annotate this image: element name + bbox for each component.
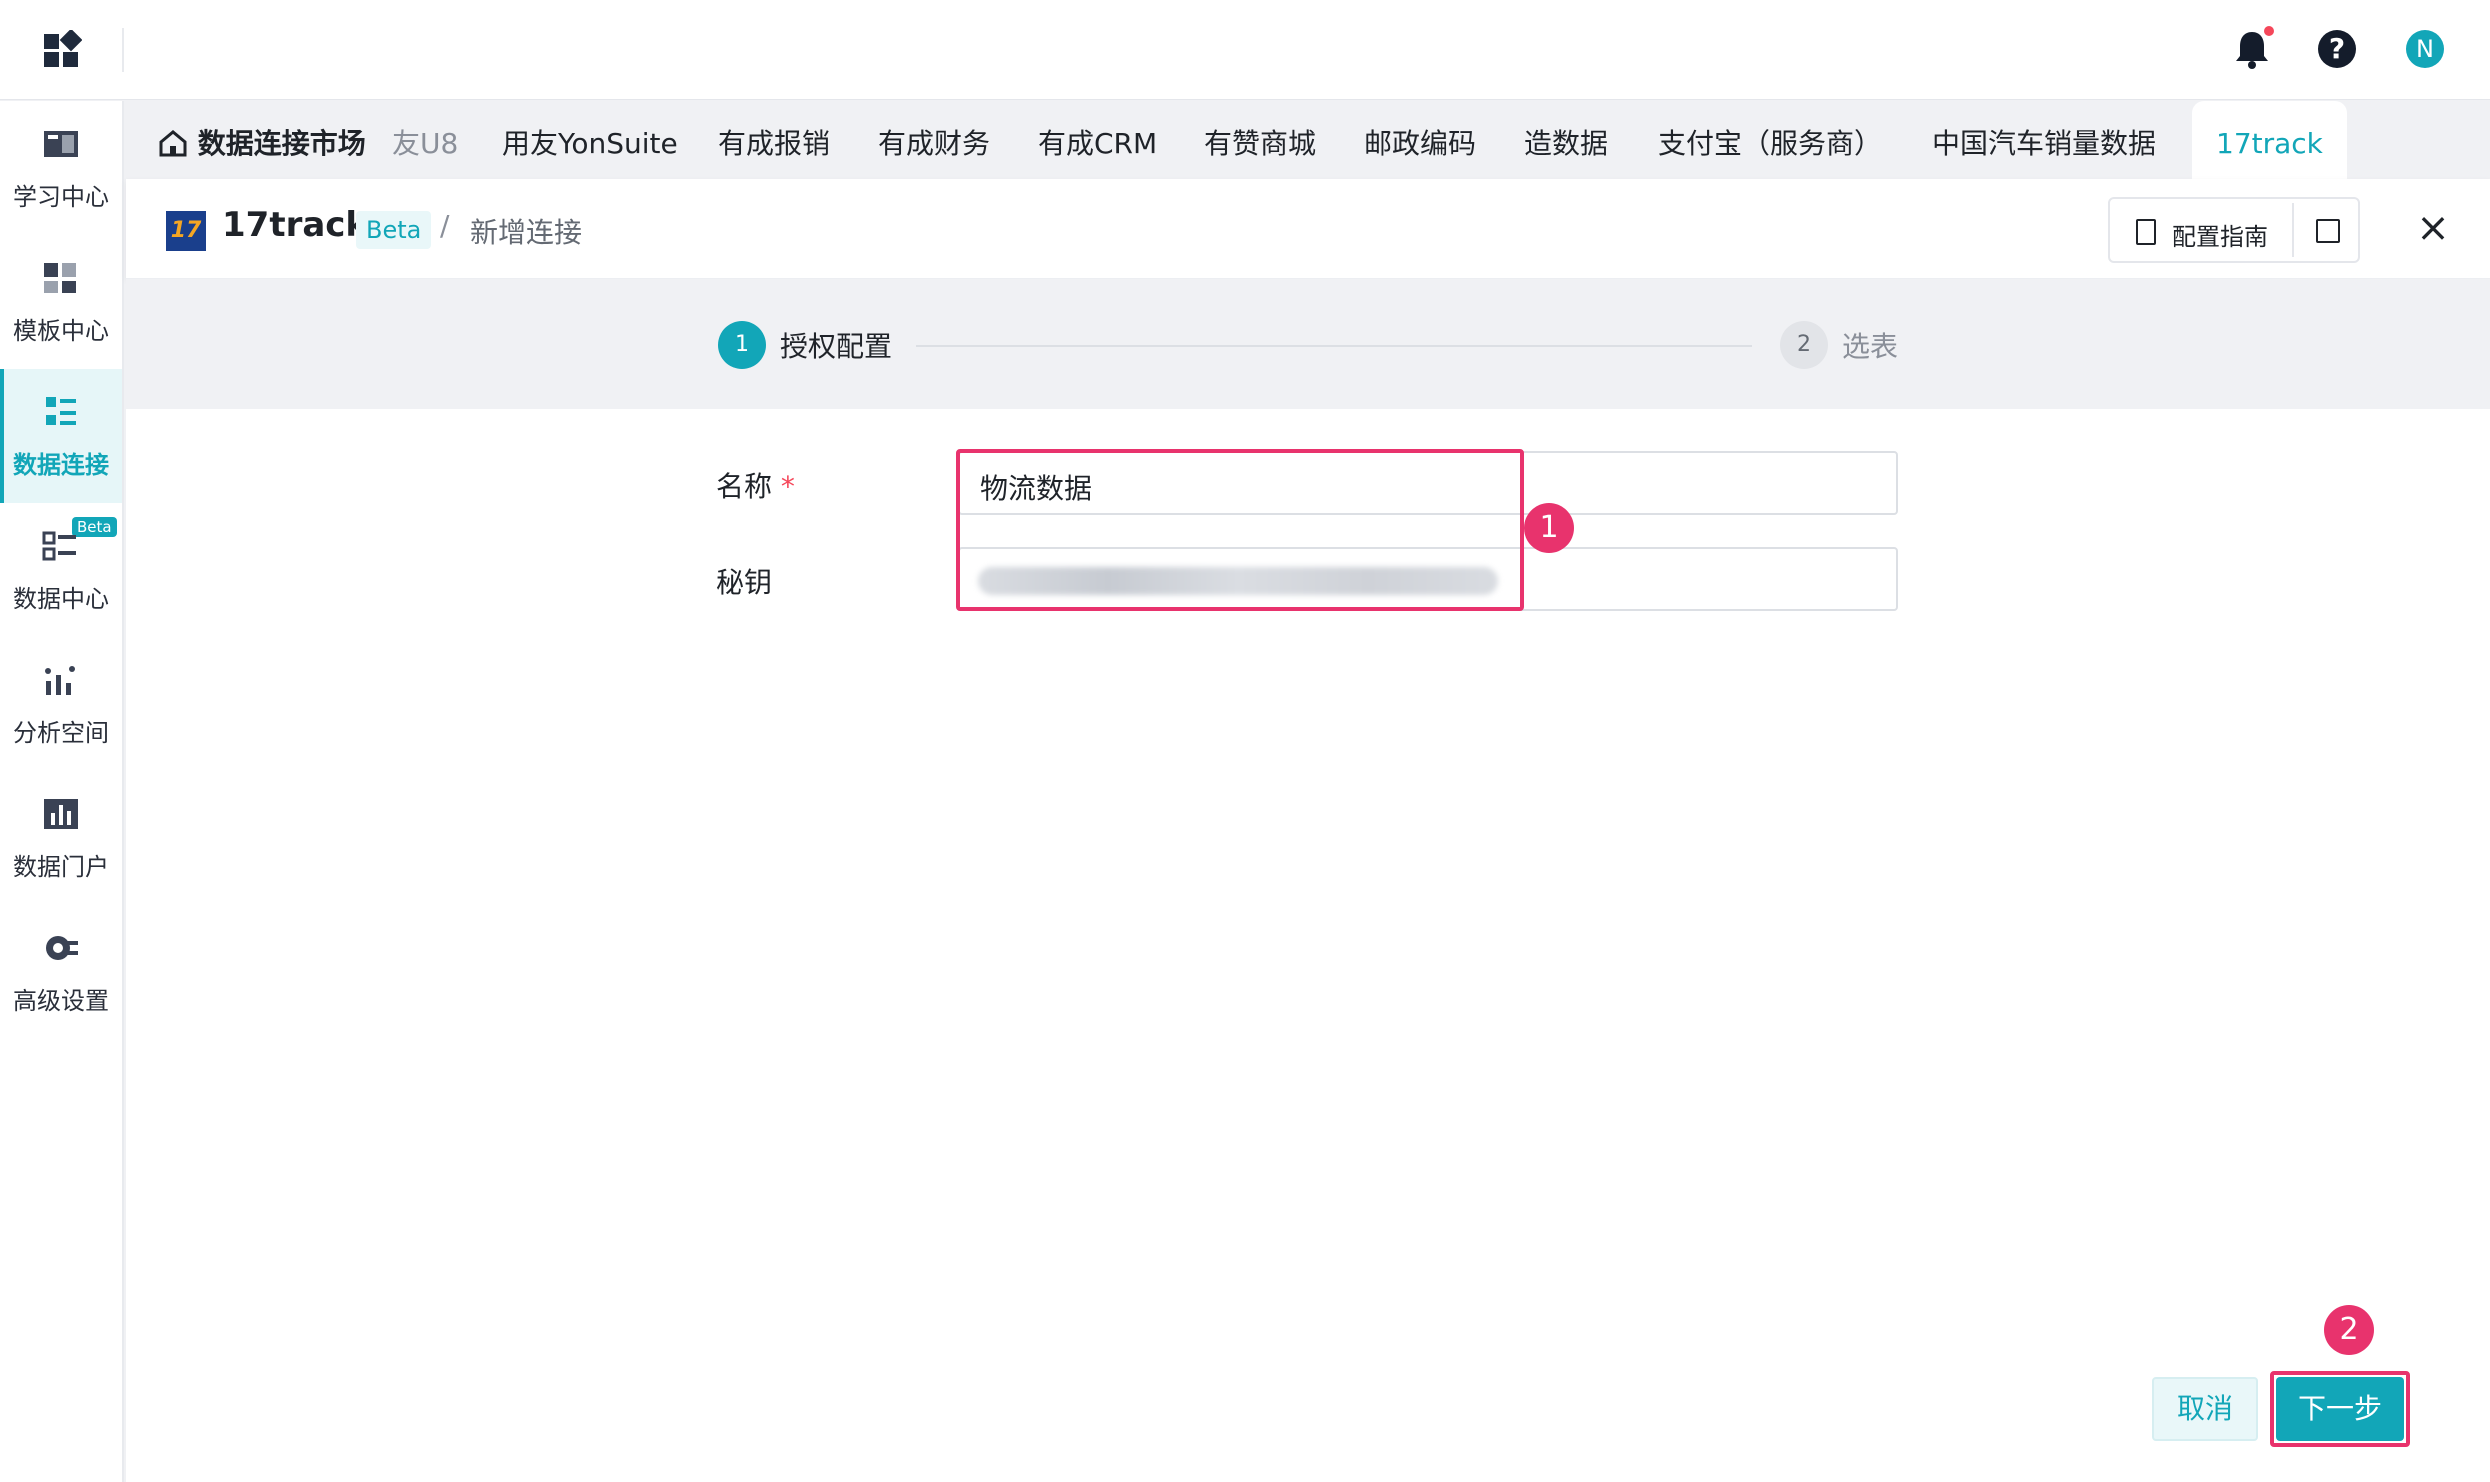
tab-youzan[interactable]: 有赞商城	[1204, 101, 1316, 179]
tab-car-sales[interactable]: 中国汽车销量数据	[1932, 101, 2156, 179]
tab-postal-code[interactable]: 邮政编码	[1364, 101, 1476, 179]
highlight-box-form	[956, 449, 1524, 611]
notification-dot	[2264, 26, 2274, 36]
book-icon	[44, 131, 78, 157]
breadcrumb-separator: /	[440, 209, 450, 242]
tab-expense[interactable]: 有成报销	[718, 101, 830, 179]
sidebar-item-label: 数据中心	[13, 585, 109, 613]
top-bar: ? N	[0, 0, 2490, 100]
cancel-button[interactable]: 取消	[2152, 1377, 2258, 1441]
tab-crm[interactable]: 有成CRM	[1038, 101, 1157, 179]
help-icon[interactable]: ?	[2318, 30, 2356, 68]
tab-mock-data[interactable]: 造数据	[1524, 101, 1608, 179]
sidebar-item-data-connection[interactable]: 数据连接	[0, 369, 122, 503]
sidebar-item-templates[interactable]: 模板中心	[0, 235, 122, 369]
sidebar-item-label: 学习中心	[13, 183, 109, 211]
17track-logo: 17	[166, 211, 206, 251]
sidebar-item-label: 数据连接	[13, 451, 109, 479]
tab-u8[interactable]: 友U8	[392, 101, 458, 179]
tab-finance[interactable]: 有成财务	[878, 101, 990, 179]
config-guide-button[interactable]: 配置指南	[2108, 197, 2360, 263]
portal-icon	[44, 799, 78, 829]
home-icon	[159, 130, 187, 157]
connector-tab-bar: 数据连接市场 友U8 用友YonSuite 有成报销 有成财务 有成CRM 有赞…	[126, 101, 2490, 179]
config-guide-label: 配置指南	[2172, 223, 2268, 251]
analysis-icon	[45, 666, 75, 695]
tab-home[interactable]: 数据连接市场	[158, 101, 366, 179]
sidebar-item-data-center[interactable]: Beta 数据中心	[0, 503, 122, 637]
tab-yonsuite[interactable]: 用友YonSuite	[502, 101, 678, 179]
sidebar: 学习中心 模板中心 数据连接 Beta 数据中心 分析空间 数据门户 高级设置	[0, 101, 124, 1482]
panel-header: 17 17track Beta / 新增连接 配置指南 ×	[126, 179, 2490, 279]
step-2-label: 选表	[1842, 330, 1899, 363]
step-2-number: 2	[1780, 321, 1828, 369]
step-connector	[916, 345, 1752, 347]
stepper: 1 授权配置 2 选表	[126, 279, 2490, 409]
key-label: 秘钥	[716, 566, 773, 599]
sidebar-item-label: 模板中心	[13, 317, 109, 345]
required-mark: *	[780, 470, 795, 503]
data-connection-icon	[46, 397, 76, 425]
sidebar-item-advanced-settings[interactable]: 高级设置	[0, 905, 122, 1039]
connection-panel: 17 17track Beta / 新增连接 配置指南 × 1 授权配置 2 选…	[126, 179, 2490, 1482]
tab-alipay[interactable]: 支付宝（服务商）	[1658, 101, 1882, 179]
button-divider	[2292, 203, 2294, 257]
gear-icon	[46, 936, 78, 960]
highlight-box-next	[2270, 1371, 2410, 1447]
annotation-badge-2: 2	[2324, 1305, 2374, 1355]
name-label: 名称 *	[716, 470, 795, 503]
step-1-number: 1	[718, 321, 766, 369]
sidebar-item-portal[interactable]: 数据门户	[0, 771, 122, 905]
step-1-label: 授权配置	[780, 330, 893, 363]
annotation-badge-1: 1	[1524, 503, 1574, 553]
tab-17track[interactable]: 17track	[2192, 101, 2347, 179]
external-link-icon[interactable]	[2316, 219, 2340, 243]
page-title: 17track	[222, 205, 369, 245]
sidebar-item-learning[interactable]: 学习中心	[0, 101, 122, 235]
sidebar-item-label: 分析空间	[13, 719, 109, 747]
topbar-divider	[122, 28, 124, 72]
user-avatar[interactable]: N	[2406, 30, 2444, 68]
sidebar-item-label: 高级设置	[13, 987, 109, 1015]
sidebar-item-label: 数据门户	[13, 853, 109, 881]
tab-label: 数据连接市场	[197, 127, 366, 160]
document-icon	[2136, 219, 2156, 245]
apps-grid-icon[interactable]	[42, 30, 82, 70]
data-center-icon	[42, 531, 76, 561]
breadcrumb: 新增连接	[470, 216, 583, 249]
sidebar-item-analysis[interactable]: 分析空间	[0, 637, 122, 771]
beta-badge: Beta	[356, 211, 432, 249]
close-icon[interactable]: ×	[2410, 205, 2456, 251]
template-icon	[44, 263, 76, 293]
